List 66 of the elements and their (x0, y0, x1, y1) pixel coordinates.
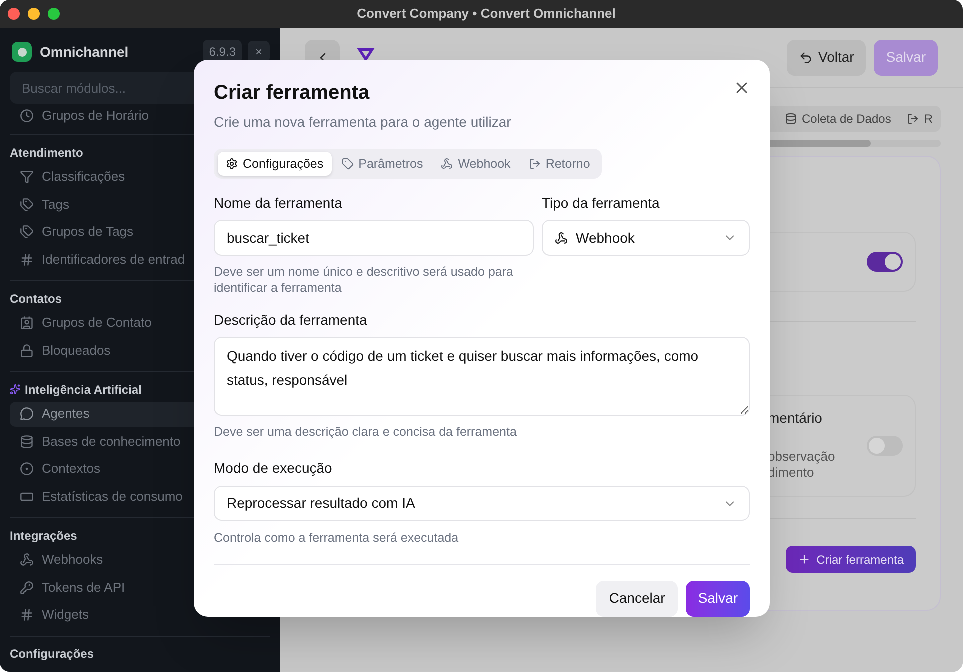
option-title: mentário (768, 409, 824, 428)
undo-icon (798, 50, 812, 64)
section-title: Contatos (10, 290, 62, 308)
save-button[interactable]: Salvar (686, 580, 750, 617)
field-label: Descrição da ferramenta (214, 311, 368, 330)
field-label: Tipo da ferramenta (542, 194, 661, 214)
filter-icon (20, 170, 34, 184)
help-text: Controla como a ferramenta será executada (214, 530, 460, 548)
tab[interactable]: Configurações (218, 152, 332, 176)
webhook-icon (555, 232, 568, 245)
webhook-icon (441, 158, 454, 170)
database-icon (20, 434, 34, 448)
plus-icon (798, 553, 811, 566)
dialog-subtitle: Crie uma nova ferramenta para o agente utilizar (214, 113, 512, 132)
back-button[interactable]: Voltar (786, 40, 866, 76)
sidebar-item[interactable]: Webhooks (10, 548, 270, 572)
webhook-icon (20, 553, 34, 567)
section-title: Configurações (10, 646, 94, 663)
mode-select[interactable]: Reprocessar resultado com IA (214, 486, 750, 522)
exit-icon (528, 158, 541, 170)
tag-icon (342, 158, 354, 170)
save-button[interactable]: Salvar (874, 40, 938, 76)
dialog-title: Criar ferramenta (214, 81, 370, 106)
cancel-button[interactable]: Cancelar (596, 580, 678, 617)
field-label: Nome da ferramenta (214, 194, 344, 214)
clock-icon (20, 109, 34, 123)
description-field[interactable]: Quando tiver o código de um ticket e quiser buscar mais informações, como status, responsável (214, 337, 750, 416)
section-title: Atendimento (10, 144, 84, 162)
minimize-window-icon[interactable] (28, 8, 40, 20)
settings-icon (226, 158, 238, 170)
step-tab[interactable]: Coleta de Dados (784, 110, 892, 128)
section-title: Inteligência Artificial (25, 382, 142, 398)
input-field[interactable]: buscar_ticket (214, 220, 534, 256)
tags-icon (20, 225, 34, 239)
toggle-switch[interactable] (867, 252, 903, 272)
exit-icon (907, 113, 920, 125)
tab[interactable]: Retorno (520, 152, 598, 176)
maximize-window-icon[interactable] (48, 8, 60, 20)
close-window-icon[interactable] (8, 8, 20, 20)
toggle-switch[interactable] (867, 436, 903, 456)
sidebar-item[interactable]: Widgets (10, 602, 270, 628)
help-text: Deve ser uma descrição clara e concisa da ferramenta (214, 424, 518, 442)
tab[interactable]: Parâmetros (334, 152, 432, 176)
database-icon (784, 113, 797, 125)
type-select[interactable]: Webhook (542, 220, 750, 256)
tags-icon (20, 198, 34, 212)
hash-icon (20, 252, 34, 266)
help-text: Deve ser um nome único e descritivo será usado para identificar a ferramenta (214, 264, 514, 296)
chat-icon (20, 407, 34, 421)
field-label: Modo de execução (214, 458, 334, 478)
sidebar-item[interactable]: Grupos de Horário (42, 106, 149, 126)
key-icon (20, 580, 34, 594)
tab[interactable]: Webhook (433, 152, 519, 176)
sparkle-icon (10, 384, 21, 395)
target-icon (20, 462, 34, 476)
step-tab[interactable]: R (907, 110, 933, 128)
lock-icon (20, 344, 34, 358)
window-title: Convert Company • Convert Omnichannel (357, 5, 616, 24)
grid-icon (20, 608, 34, 622)
app-logo-icon (12, 42, 32, 62)
contact-card-icon (20, 316, 34, 330)
section-title: Integrações (10, 528, 78, 544)
sidebar-item[interactable]: Tokens de API (10, 575, 270, 600)
create-tool-button[interactable]: Criar ferramenta (786, 546, 916, 573)
app-name: Omnichannel (40, 42, 129, 62)
option-description: observação (768, 449, 836, 465)
